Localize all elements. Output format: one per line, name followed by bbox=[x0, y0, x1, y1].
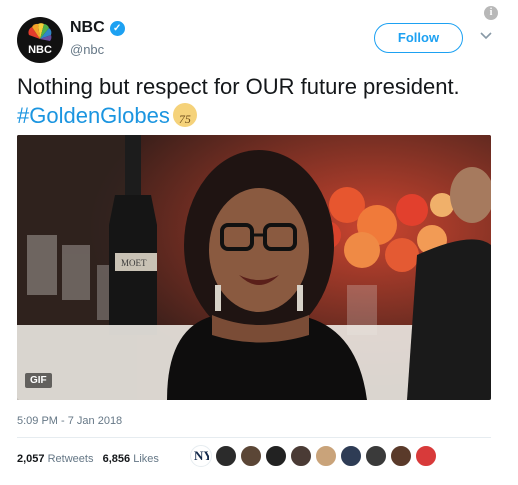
user-avatar[interactable] bbox=[240, 445, 262, 467]
chevron-down-icon[interactable] bbox=[479, 28, 493, 42]
tweet-card: i NBC NBC ✓ @nbc Follow Nothing but resp… bbox=[0, 0, 518, 485]
likes-count[interactable]: 6,856 bbox=[103, 453, 131, 465]
peacock-logo-icon bbox=[28, 23, 52, 41]
user-avatar[interactable] bbox=[215, 445, 237, 467]
tweet-text: Nothing but respect for OUR future presi… bbox=[17, 72, 487, 130]
divider bbox=[17, 437, 491, 438]
user-avatar[interactable] bbox=[415, 445, 437, 467]
gif-badge: GIF bbox=[25, 373, 52, 388]
yankees-logo-avatar[interactable]: NY bbox=[190, 445, 213, 467]
hashtag-link[interactable]: #GoldenGlobes bbox=[17, 103, 170, 128]
user-avatar[interactable] bbox=[315, 445, 337, 467]
engagement-stats: 2,057 Retweets 6,856 Likes bbox=[17, 453, 159, 465]
emoji-75-label: 75 bbox=[178, 112, 191, 126]
bottle-label: MOET bbox=[121, 258, 147, 268]
likers-avatar-row: NY bbox=[190, 445, 440, 467]
tweet-timestamp[interactable]: 5:09 PM - 7 Jan 2018 bbox=[17, 415, 122, 427]
likes-label[interactable]: Likes bbox=[133, 453, 159, 465]
user-avatar[interactable] bbox=[365, 445, 387, 467]
avatar-label: NBC bbox=[28, 44, 52, 56]
avatar[interactable]: NBC bbox=[17, 17, 63, 63]
retweets-count[interactable]: 2,057 bbox=[17, 453, 45, 465]
tweet-text-body: Nothing but respect for OUR future presi… bbox=[17, 74, 460, 99]
account-name[interactable]: NBC bbox=[70, 19, 105, 37]
retweets-label[interactable]: Retweets bbox=[48, 453, 94, 465]
golden-globes-75-emoji-icon: 75 bbox=[172, 103, 197, 127]
user-avatar[interactable] bbox=[340, 445, 362, 467]
follow-button[interactable]: Follow bbox=[374, 23, 463, 53]
gif-frame-image: MOET bbox=[17, 135, 491, 400]
user-avatar[interactable] bbox=[290, 445, 312, 467]
info-icon[interactable]: i bbox=[484, 6, 498, 20]
gif-media[interactable]: MOET GIF bbox=[17, 135, 491, 400]
account-name-row[interactable]: NBC ✓ bbox=[70, 19, 125, 37]
account-handle[interactable]: @nbc bbox=[70, 42, 104, 57]
svg-text:NY: NY bbox=[194, 448, 209, 463]
user-avatar[interactable] bbox=[390, 445, 412, 467]
user-avatar[interactable] bbox=[265, 445, 287, 467]
verified-badge-icon: ✓ bbox=[109, 20, 125, 36]
